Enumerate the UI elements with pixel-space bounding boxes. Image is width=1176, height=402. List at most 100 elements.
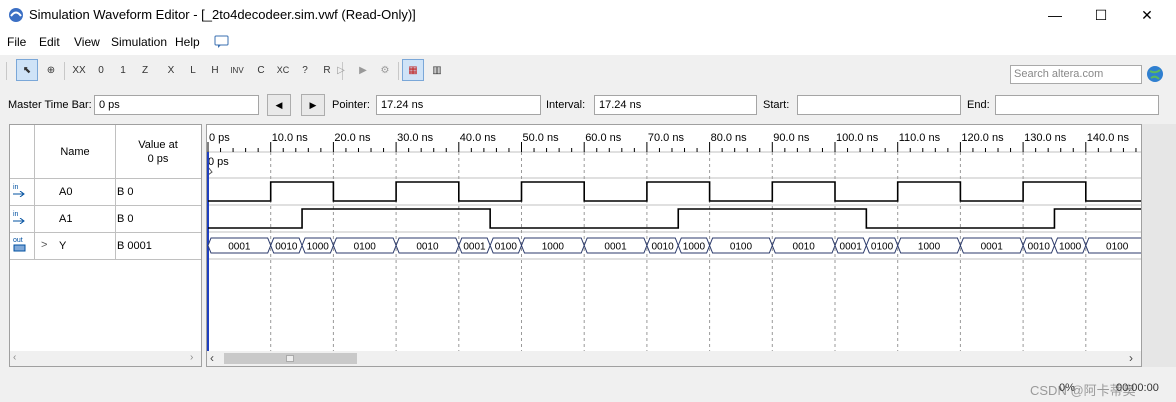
toolbar-separator	[64, 62, 65, 80]
menu-bar: File Edit View Simulation Help Search al…	[0, 30, 1176, 84]
tick-label: 10.0 ns	[272, 132, 309, 144]
high-impedance-icon[interactable]: Z	[134, 59, 156, 81]
forcing-low-icon[interactable]: 0	[90, 59, 112, 81]
scrollbar-thumb[interactable]	[224, 353, 357, 364]
scroll-right-icon[interactable]: ›	[1129, 351, 1133, 365]
bus-value-label: 0010	[1028, 242, 1051, 253]
tick-label: 110.0 ns	[899, 132, 941, 144]
maximize-button[interactable]: ☐	[1078, 0, 1124, 30]
signal-row-y[interactable]: out > Y B 0001	[10, 233, 201, 259]
select-pointer-icon[interactable]: ⬉	[16, 59, 38, 81]
show-grid-icon[interactable]: ▥	[426, 59, 448, 81]
menu-view[interactable]: View	[74, 35, 100, 49]
bus-value-label: 0010	[793, 242, 816, 253]
side-panel-edge	[1142, 124, 1176, 367]
invert-icon[interactable]: INV	[226, 59, 248, 81]
scrollbar-grip	[286, 355, 294, 362]
generate-netlist-icon[interactable]: ⚙	[374, 59, 396, 81]
waveform-canvas[interactable]: 0 ps 10.0 ns 20.0 ns 30.0 ns 40.0 ns 50.0 ns 6…	[207, 125, 1142, 351]
scroll-left-icon[interactable]: ‹	[210, 351, 214, 365]
minimize-button[interactable]: —	[1032, 0, 1078, 30]
weak-high-icon[interactable]: H	[204, 59, 226, 81]
row-divider	[10, 259, 201, 260]
end-input[interactable]	[995, 95, 1159, 115]
menu-help[interactable]: Help	[175, 35, 200, 49]
start-label: Start:	[763, 99, 790, 111]
weak-low-icon[interactable]: L	[182, 59, 204, 81]
waveform-hscrollbar[interactable]: ‹ ›	[207, 351, 1141, 366]
time-bar: Master Time Bar: 0 ps ◀ ▶ Pointer: 17.24…	[0, 88, 1176, 122]
signal-row-a0[interactable]: in A0 B 0	[10, 179, 201, 205]
master-time-bar-input[interactable]: 0 ps	[94, 95, 259, 115]
tick-label: 90.0 ns	[773, 132, 810, 144]
signal-name: A0	[59, 186, 73, 198]
name-column-header[interactable]: Name	[35, 146, 115, 158]
bus-value-label: 1000	[307, 242, 330, 253]
value-column-header-line2[interactable]: 0 ps	[116, 153, 200, 165]
next-transition-button[interactable]: ▶	[301, 94, 325, 116]
pointer-label: Pointer:	[332, 99, 370, 111]
toolbar-grip	[6, 62, 7, 80]
signal-name: A1	[59, 213, 73, 225]
tick-label: 100.0 ns	[836, 132, 879, 144]
count-value-icon[interactable]: C	[250, 59, 272, 81]
bus-value-label: 0100	[354, 242, 377, 253]
bus-value-label: 0001	[981, 242, 1004, 253]
bus-value-label: 1000	[918, 242, 941, 253]
signal-value: B 0001	[117, 240, 152, 252]
tick-label: 0 ps	[209, 132, 230, 144]
signal-list-panel: Name Value at 0 ps in A0 B 0 in A1 B 0 o…	[9, 124, 202, 367]
bus-value-label: 1000	[1059, 242, 1082, 253]
scroll-right-icon[interactable]: ›	[190, 352, 193, 363]
snap-to-grid-icon[interactable]: ▦	[402, 59, 424, 81]
end-label: End:	[967, 99, 990, 111]
bus-value-label: 0001	[228, 242, 251, 253]
forcing-high-icon[interactable]: 1	[112, 59, 134, 81]
signal-value: B 0	[117, 186, 134, 198]
value-column-header-line1[interactable]: Value at	[116, 139, 200, 151]
run-functional-icon[interactable]: ▷	[330, 59, 352, 81]
start-input[interactable]	[797, 95, 961, 115]
tick-label: 20.0 ns	[334, 132, 371, 144]
app-logo-icon	[9, 8, 23, 22]
signal-name: Y	[59, 240, 67, 252]
zoom-icon[interactable]: ⊕	[40, 59, 62, 81]
clock-icon[interactable]: XC	[272, 59, 294, 81]
progress-text: 0%	[1059, 382, 1075, 394]
menu-file[interactable]: File	[7, 35, 26, 49]
waveform-a1	[208, 208, 1141, 229]
tick-label: 120.0 ns	[961, 132, 1004, 144]
scroll-left-icon[interactable]: ‹	[13, 352, 16, 363]
window-title: Simulation Waveform Editor - [_2to4decod…	[29, 7, 416, 22]
interval-input[interactable]: 17.24 ns	[594, 95, 757, 115]
interval-label: Interval:	[546, 99, 586, 111]
tick-label: 50.0 ns	[523, 132, 560, 144]
toolbar-separator	[398, 62, 399, 80]
forcing-unknown-icon[interactable]: XX	[68, 59, 90, 81]
bus-value-label: 0001	[840, 242, 863, 253]
pointer-input[interactable]: 17.24 ns	[376, 95, 541, 115]
menu-edit[interactable]: Edit	[39, 35, 60, 49]
name-panel-scrollbar[interactable]: ‹ ›	[10, 351, 201, 366]
previous-transition-button[interactable]: ◀	[267, 94, 291, 116]
signal-row-a1[interactable]: in A1 B 0	[10, 206, 201, 232]
input-pin-icon: in	[13, 184, 29, 198]
output-pin-icon: out	[13, 237, 29, 252]
expand-chevron-icon[interactable]: >	[41, 239, 47, 251]
menu-simulation[interactable]: Simulation	[111, 35, 167, 49]
feedback-icon[interactable]	[214, 35, 229, 49]
close-button[interactable]: ✕	[1124, 0, 1170, 30]
bus-value-label: 1000	[542, 242, 565, 253]
tick-label: 60.0 ns	[585, 132, 622, 144]
bus-value-label: 0001	[463, 242, 486, 253]
bus-value-label: 0010	[275, 242, 298, 253]
signal-value: B 0	[117, 213, 134, 225]
bus-value-label: 0100	[1106, 242, 1129, 253]
toolbar: ⬉ ⊕ XX 0 1 Z X L H INV C XC ? R ▷ ▶ ⚙ ▦ …	[0, 58, 1176, 84]
elapsed-time: 00:00:00	[1116, 382, 1159, 394]
bus-value-label: 0010	[416, 242, 439, 253]
tick-label: 70.0 ns	[648, 132, 685, 144]
random-value-icon[interactable]: ?	[294, 59, 316, 81]
run-timing-icon[interactable]: ▶	[352, 59, 374, 81]
weak-unknown-icon[interactable]: X	[160, 59, 182, 81]
